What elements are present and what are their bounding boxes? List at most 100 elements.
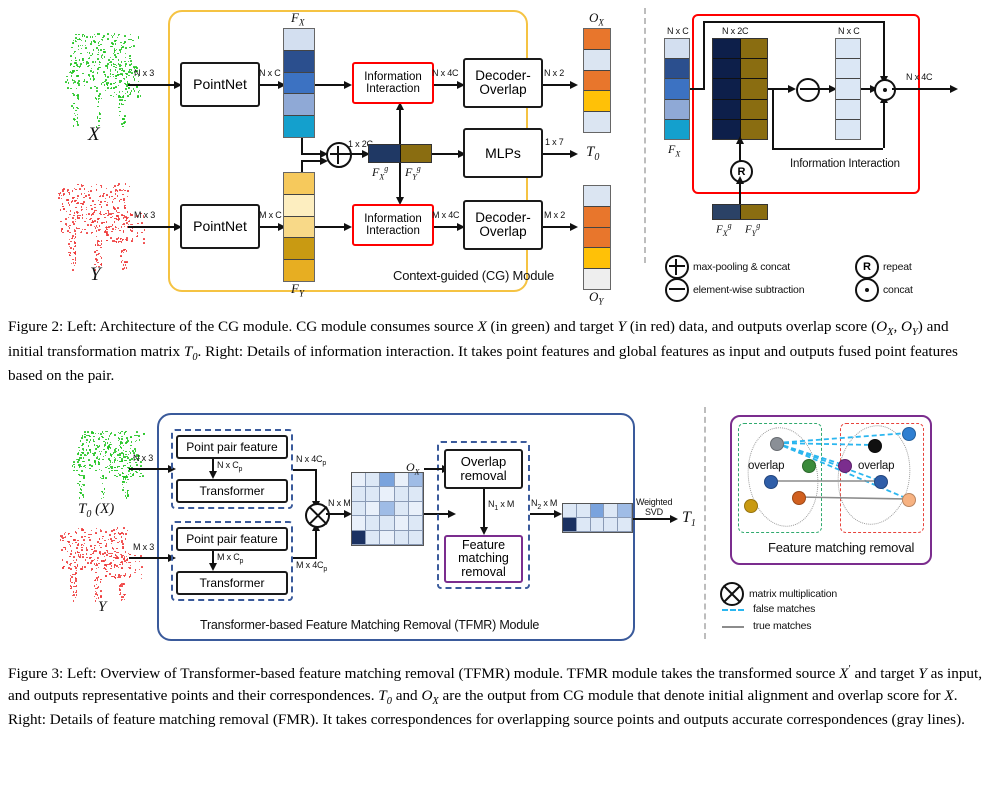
line-global-down bbox=[399, 163, 401, 199]
information-interaction-top-box[interactable]: Information Interaction bbox=[352, 62, 434, 104]
information-interaction-detail-title: Information Interaction bbox=[790, 158, 900, 170]
stack-cell bbox=[584, 227, 610, 249]
edge-label-mx3: M x 3 bbox=[134, 210, 156, 220]
stack-cell bbox=[740, 59, 767, 80]
fmr-source-point bbox=[792, 491, 806, 505]
stack-cell bbox=[584, 186, 610, 207]
line-rail-down-to-concat bbox=[883, 21, 885, 79]
decoder-overlap-bottom-box[interactable]: Decoder- Overlap bbox=[463, 200, 543, 250]
arrowhead bbox=[344, 223, 352, 231]
feature-stack-fx-label: FX bbox=[291, 10, 305, 28]
global-feature-fx-label: FXg bbox=[372, 164, 389, 182]
fmr-source-point bbox=[744, 499, 758, 513]
point-cloud-y bbox=[50, 178, 150, 271]
overlap-stack-oy bbox=[583, 185, 611, 290]
fmr-target-point bbox=[902, 493, 916, 507]
info-line-2: Interaction bbox=[366, 83, 420, 95]
stack-cell bbox=[665, 59, 689, 80]
arrow-x-to-pointnet bbox=[128, 84, 176, 86]
stack-cell bbox=[665, 119, 689, 140]
stack-cell bbox=[836, 39, 860, 60]
mlps-box[interactable]: MLPs bbox=[463, 128, 543, 178]
edge-label-nx4c-out: N x 4C bbox=[906, 72, 933, 82]
feature-stack-fx-detail-label: FX bbox=[668, 142, 681, 159]
stack-cell bbox=[284, 50, 314, 73]
edge-label-nxc: N x C bbox=[259, 68, 281, 78]
stack-cell bbox=[713, 39, 740, 60]
t0-output-label: T0 bbox=[586, 144, 600, 163]
overlap-stack-ox-label: OX bbox=[589, 10, 604, 28]
dot-circle-icon-legend bbox=[855, 278, 879, 302]
legend-label-true-matches: true matches bbox=[753, 620, 812, 632]
legend-label-maxpool: max-pooling & concat bbox=[693, 261, 790, 273]
stack-cell bbox=[584, 269, 610, 289]
overlap-stack-ox bbox=[583, 28, 611, 133]
decoder-line-2: Overlap bbox=[479, 224, 527, 239]
stack-cell bbox=[584, 29, 610, 50]
stack-cell bbox=[665, 99, 689, 120]
point-cloud-x bbox=[55, 28, 145, 128]
stack-cell bbox=[284, 216, 314, 239]
global-feature-fy-label: FYg bbox=[405, 164, 421, 182]
arrow-y-to-pointnet bbox=[128, 226, 176, 228]
figure-3-caption: Figure 3: Left: Overview of Transformer-… bbox=[8, 663, 984, 731]
fmr-source-point bbox=[764, 475, 778, 489]
pointnet-bottom-box[interactable]: PointNet bbox=[180, 204, 260, 249]
stack-cell bbox=[284, 194, 314, 217]
legend-label-concat: concat bbox=[883, 284, 913, 296]
fmr-target-point bbox=[874, 475, 888, 489]
info-line-1: Information bbox=[364, 70, 422, 83]
decoder-overlap-top-box[interactable]: Decoder- Overlap bbox=[463, 58, 543, 108]
info-line-2: Interaction bbox=[366, 225, 420, 237]
edge-label-nx2c-right: N x 2C bbox=[722, 26, 749, 36]
fmr-node-layer bbox=[0, 405, 992, 645]
stack-cell bbox=[740, 39, 767, 60]
stack-cell bbox=[584, 49, 610, 71]
solid-line-icon-legend bbox=[722, 626, 744, 628]
global-feature-bar bbox=[368, 144, 432, 163]
stack-cell bbox=[284, 94, 314, 117]
info-line-1: Information bbox=[364, 212, 422, 225]
stack-cell bbox=[836, 79, 860, 100]
figure-3-caption-text: Figure 3: Left: Overview of Transformer-… bbox=[8, 664, 983, 729]
fmr-source-point bbox=[770, 437, 784, 451]
stack-cell bbox=[584, 248, 610, 270]
legend-label-matmul: matrix multiplication bbox=[749, 588, 837, 600]
global-feature-fx-detail-label: FXg bbox=[716, 221, 732, 238]
fmr-source-point bbox=[802, 459, 816, 473]
overlap-stack-oy-label: OY bbox=[589, 289, 604, 307]
pointnet-top-box[interactable]: PointNet bbox=[180, 62, 260, 107]
legend-label-repeat: repeat bbox=[883, 261, 912, 273]
feature-stack-fx bbox=[283, 28, 315, 138]
minus-circle-icon-legend bbox=[665, 278, 689, 302]
fmr-target-point bbox=[838, 459, 852, 473]
stack-cell bbox=[284, 260, 314, 281]
matmul-circle-icon-legend bbox=[720, 582, 744, 606]
stack-cell bbox=[284, 116, 314, 137]
stack-cell bbox=[584, 91, 610, 113]
stack-cell bbox=[284, 238, 314, 261]
stack-cell bbox=[740, 99, 767, 120]
repeat-circle-icon-legend: R bbox=[855, 255, 879, 279]
feature-stack-nxc-sub bbox=[835, 38, 861, 140]
line-fx-detail-up bbox=[703, 21, 705, 89]
line-global-up bbox=[399, 108, 401, 144]
edge-label-nx3: N x 3 bbox=[134, 68, 155, 78]
global-feature-segment bbox=[739, 205, 767, 219]
line-top-rail bbox=[703, 21, 885, 23]
stack-cell bbox=[284, 72, 314, 95]
figure2-separator bbox=[644, 8, 646, 263]
stack-cell bbox=[665, 79, 689, 100]
information-interaction-bottom-box[interactable]: Information Interaction bbox=[352, 204, 434, 246]
stack-cell bbox=[665, 39, 689, 60]
figure-3: Transformer-based Feature Matching Remov… bbox=[0, 405, 992, 645]
decoder-line-1: Decoder- bbox=[475, 67, 531, 83]
line-branch-down bbox=[772, 88, 774, 150]
feature-stack-fy bbox=[283, 172, 315, 282]
edge-label-mx2: M x 2 bbox=[544, 210, 566, 220]
point-cloud-y-label: Y bbox=[90, 264, 101, 285]
feature-stack-nx2c bbox=[712, 38, 768, 140]
fmr-target-point bbox=[868, 439, 882, 453]
decoder-line-2: Overlap bbox=[479, 82, 527, 97]
global-feature-segment bbox=[713, 205, 740, 219]
